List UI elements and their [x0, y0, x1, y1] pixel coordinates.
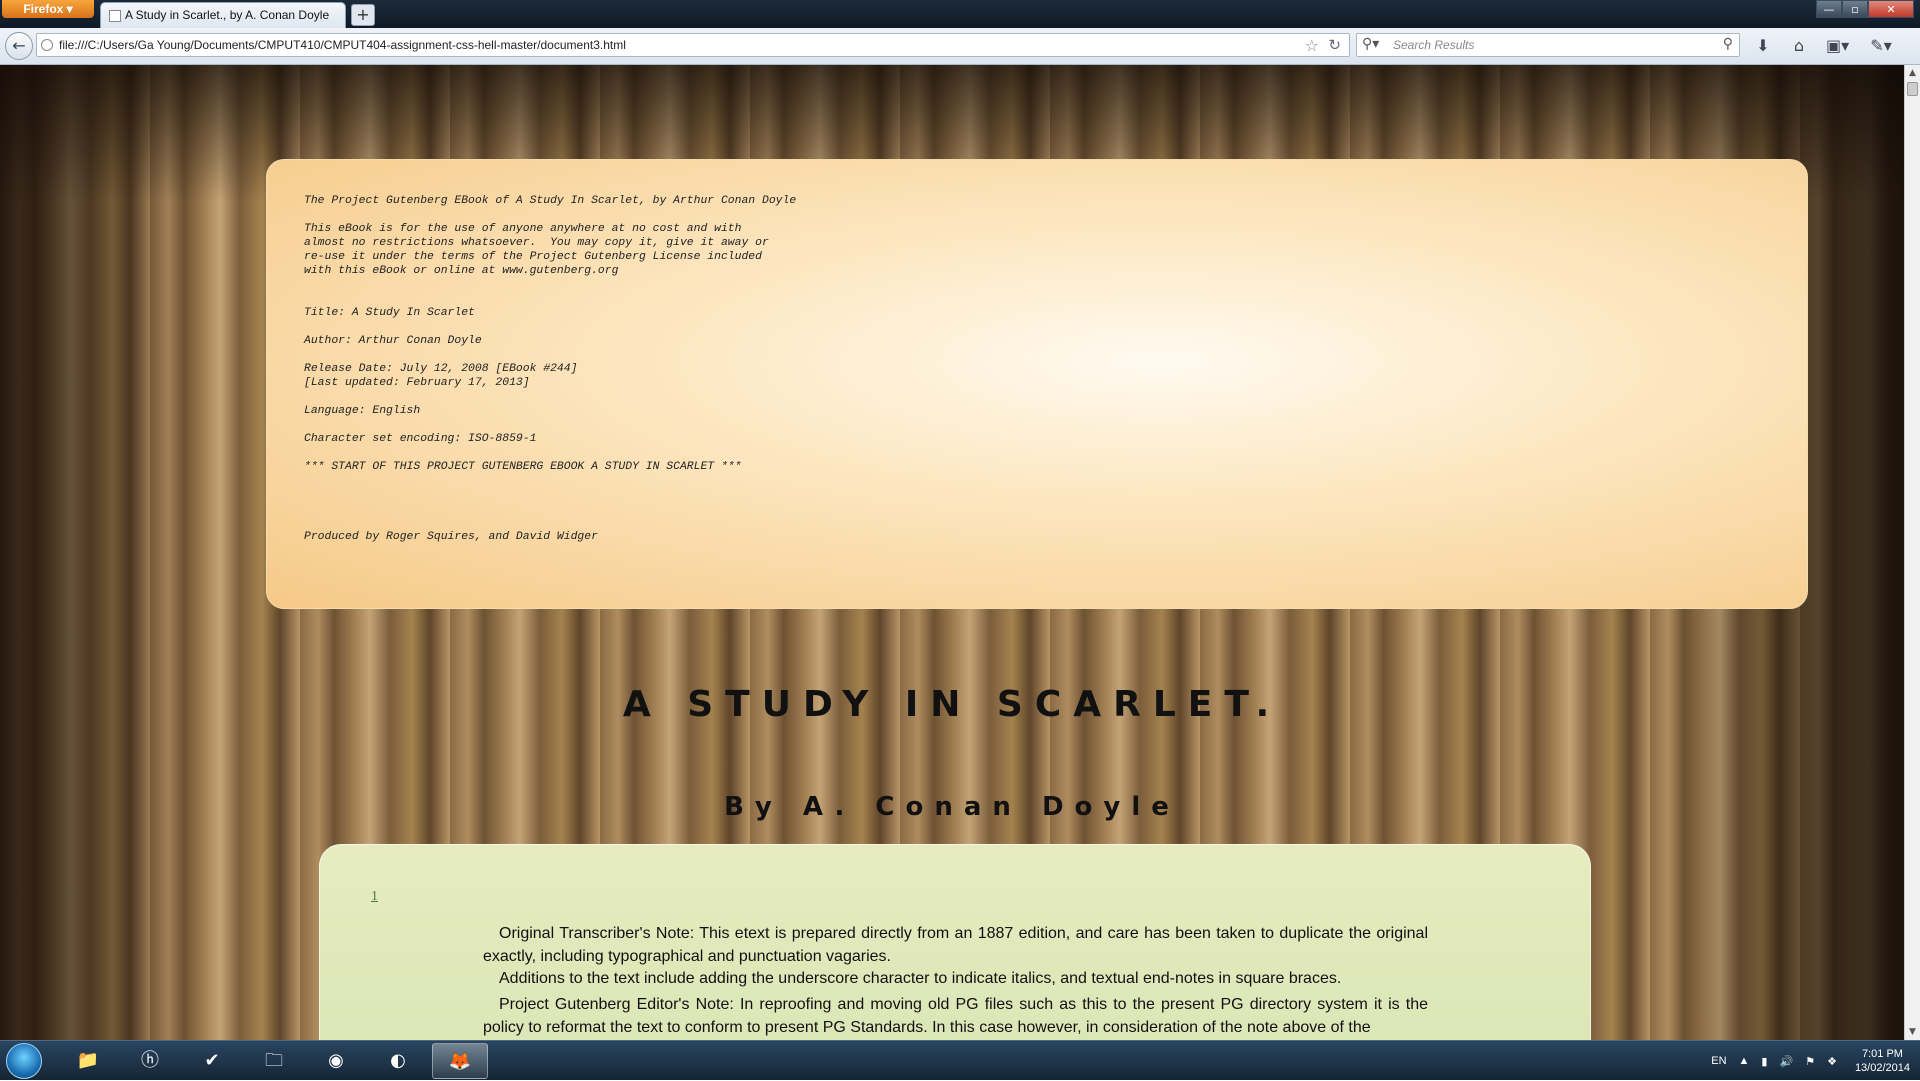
book-title: A STUDY IN SCARLET. — [622, 684, 1282, 725]
sync-icon[interactable]: ▣▾ — [1826, 35, 1849, 57]
search-go-icon[interactable]: ⚲ — [1723, 36, 1733, 52]
clock-time: 7:01 PM — [1861, 1048, 1903, 1060]
page-number-link[interactable]: 1 — [371, 889, 378, 905]
paragraph: Original Transcriber's Note: This etext … — [483, 925, 1428, 965]
license-header-box: The Project Gutenberg EBook of A Study I… — [266, 159, 1808, 609]
search-input[interactable]: Search Results — [1393, 38, 1474, 52]
vertical-scrollbar[interactable]: ▲ ▼ — [1904, 65, 1920, 1040]
hp-icon[interactable]: ⓗ — [122, 1043, 178, 1079]
book-author: By A. Conan Doyle — [724, 792, 1180, 822]
tray-expand-icon[interactable]: ▲ — [1739, 1055, 1750, 1067]
scrollbar-thumb[interactable] — [1907, 82, 1918, 96]
site-identity-icon[interactable] — [41, 39, 53, 51]
paragraph: Additions to the text include adding the… — [499, 970, 1342, 987]
navigation-toolbar: ← file:///C:/Users/Ga Young/Documents/CM… — [0, 28, 1920, 65]
clock-date: 13/02/2014 — [1854, 1062, 1910, 1074]
search-engine-icon[interactable]: ⚲▾ — [1362, 36, 1379, 52]
start-button[interactable] — [6, 1043, 42, 1079]
new-tab-button[interactable]: + — [351, 4, 375, 26]
action-center-flag-icon[interactable]: ⚑ — [1805, 1055, 1815, 1068]
windows-taskbar: 📁 ⓗ ✔ 🗀 ◉ ◐ 🦊 EN ▲ ▮ 🔊 ⚑ ❖ 7:01 PM 13/02… — [0, 1040, 1920, 1080]
eclipse-icon[interactable]: ◐ — [370, 1043, 426, 1079]
home-icon[interactable]: ⌂ — [1788, 35, 1810, 57]
back-button[interactable]: ← — [5, 32, 33, 60]
close-button[interactable]: ✕ — [1868, 0, 1914, 18]
chrome-icon[interactable]: ◉ — [308, 1043, 364, 1079]
volume-icon[interactable]: 🔊 — [1779, 1055, 1793, 1068]
tasks-icon[interactable]: ✔ — [184, 1043, 240, 1079]
search-bar[interactable]: ⚲▾ Search Results ⚲ — [1356, 33, 1740, 57]
folder-icon[interactable]: 🗀 — [246, 1043, 302, 1079]
window-controls: — ▫ ✕ — [1816, 0, 1914, 18]
scroll-down-icon[interactable]: ▼ — [1905, 1024, 1920, 1040]
url-text[interactable]: file:///C:/Users/Ga Young/Documents/CMPU… — [59, 38, 626, 52]
license-text: The Project Gutenberg EBook of A Study I… — [304, 195, 797, 543]
bookmark-star-icon[interactable]: ☆ — [1305, 36, 1319, 55]
system-tray: EN ▲ ▮ 🔊 ⚑ ❖ 7:01 PM 13/02/2014 — [1699, 1041, 1910, 1081]
clock[interactable]: 7:01 PM 13/02/2014 — [1855, 1047, 1910, 1075]
browser-titlebar: Firefox ▾ A Study in Scarlet., by A. Con… — [0, 0, 1920, 28]
paragraph: Project Gutenberg Editor's Note: In repr… — [483, 996, 1428, 1036]
tab-title: A Study in Scarlet., by A. Conan Doyle — [125, 8, 330, 22]
page-favicon-icon — [109, 10, 121, 22]
reload-icon[interactable]: ↻ — [1328, 36, 1341, 54]
page-viewport: The Project Gutenberg EBook of A Study I… — [0, 65, 1904, 1040]
addon-icon[interactable]: ✎▾ — [1870, 35, 1892, 57]
language-indicator[interactable]: EN — [1711, 1055, 1726, 1067]
network-icon[interactable]: ▮ — [1761, 1055, 1767, 1068]
downloads-icon[interactable]: ⬇ — [1752, 35, 1774, 57]
url-bar[interactable]: file:///C:/Users/Ga Young/Documents/CMPU… — [36, 33, 1350, 57]
dropbox-icon[interactable]: ❖ — [1827, 1055, 1837, 1068]
minimize-button[interactable]: — — [1816, 0, 1842, 18]
scroll-up-icon[interactable]: ▲ — [1905, 65, 1920, 81]
tab-active[interactable]: A Study in Scarlet., by A. Conan Doyle — [100, 2, 346, 28]
maximize-button[interactable]: ▫ — [1842, 0, 1868, 18]
firefox-taskbar-icon[interactable]: 🦊 — [432, 1043, 488, 1079]
firefox-menu-button[interactable]: Firefox ▾ — [2, 0, 94, 18]
file-explorer-icon[interactable]: 📁 — [60, 1043, 116, 1079]
book-body-box: 1 Original Transcriber's Note: This etex… — [319, 844, 1591, 1040]
back-arrow-icon: ← — [12, 36, 26, 55]
